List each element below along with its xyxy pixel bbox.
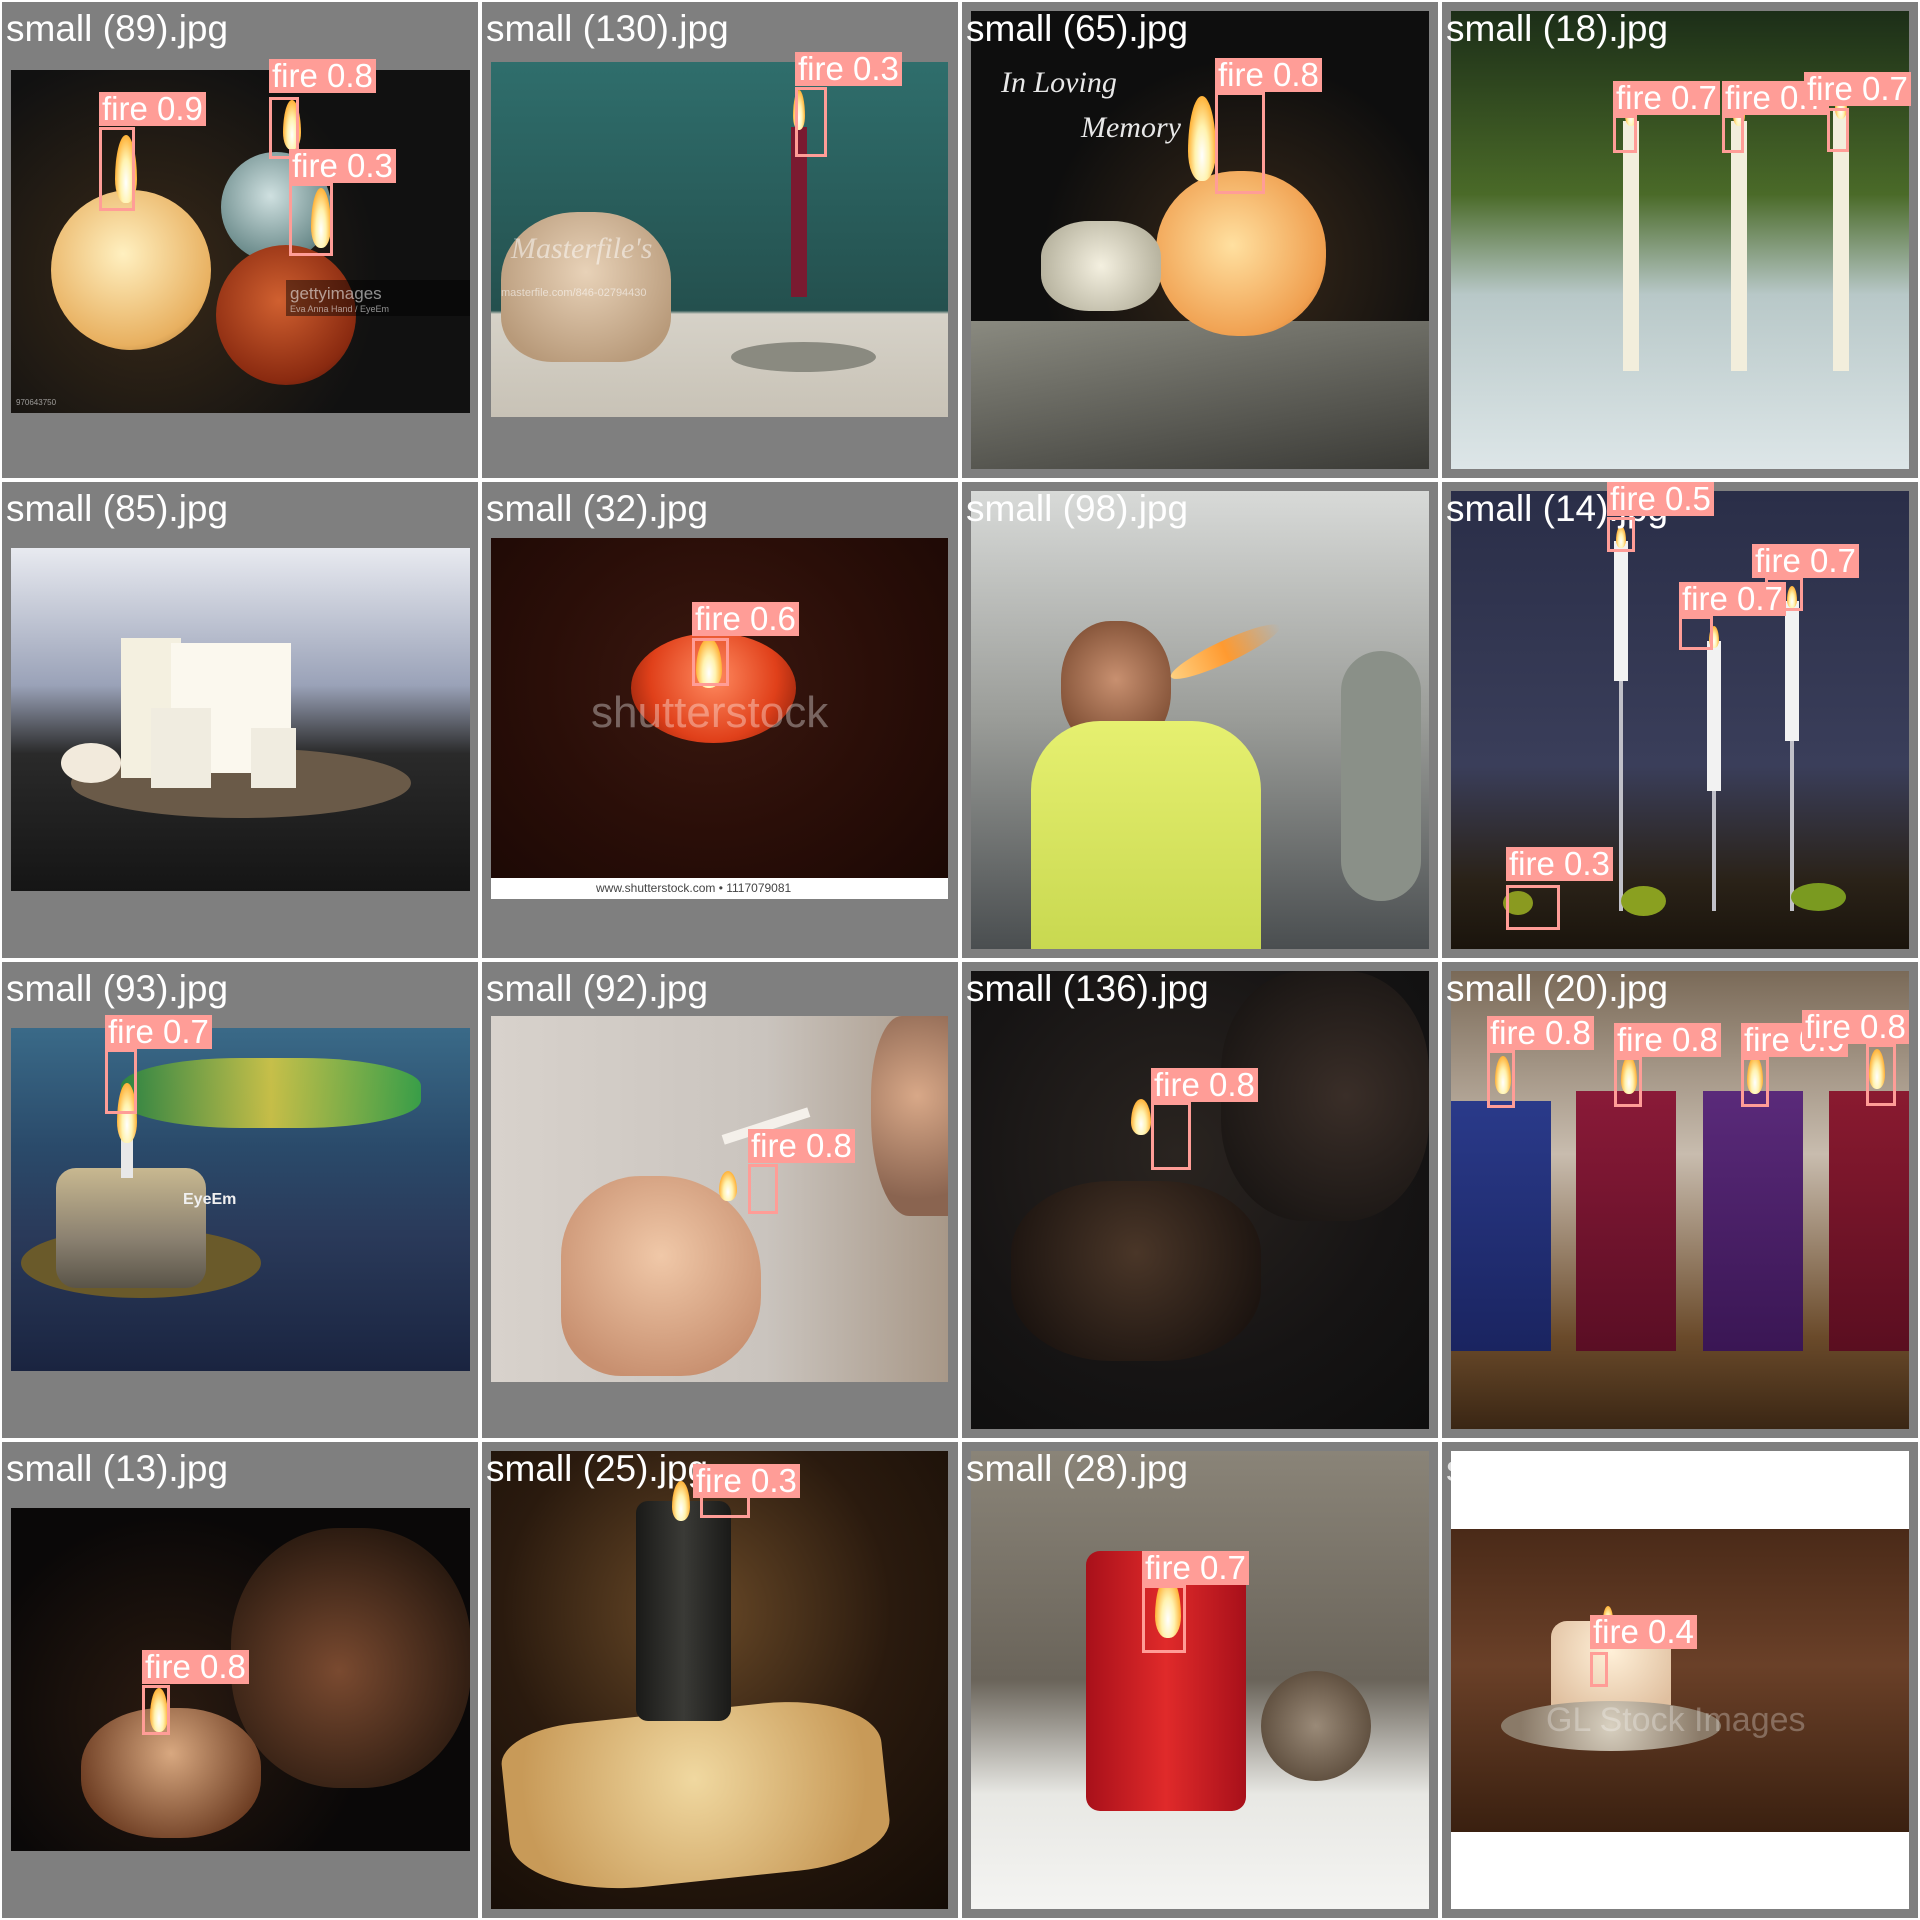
detection-box — [1722, 115, 1744, 153]
image-filename: small (136).jpg — [966, 968, 1209, 1009]
image-filename: small (130).jpg — [486, 8, 729, 49]
result-photo: EyeEm — [11, 1028, 470, 1371]
result-tile: small (25).jpg fire 0.3 — [482, 1442, 958, 1918]
result-photo: Masterfile's masterfile.com/846-02794430 — [491, 62, 948, 417]
detection-box — [105, 1049, 137, 1114]
result-photo — [971, 1451, 1429, 1909]
detection-box — [1151, 1102, 1191, 1170]
result-photo — [491, 1451, 948, 1909]
detection-box — [1827, 108, 1849, 152]
result-photo: GL Stock Images — [1451, 1451, 1909, 1909]
detection-label: fire 0.8 — [1151, 1068, 1258, 1102]
detection-label: fire 0.7 — [1804, 72, 1911, 106]
image-filename: small (18).jpg — [1446, 8, 1669, 49]
detection-box — [99, 127, 135, 211]
detection-box — [289, 183, 333, 256]
result-tile: small (13).jpg fire 0.8 — [2, 1442, 478, 1918]
result-tile: shutterstock www.shutterstock.com • 1117… — [482, 482, 958, 958]
result-tile: small (14).jpg fire 0.5 fire 0.7 fire 0.… — [1442, 482, 1918, 958]
image-filename: small (32).jpg — [486, 488, 709, 529]
watermark-text: Eva Anna Hand / EyeEm — [290, 304, 390, 314]
detection-label: fire 0.7 — [1752, 544, 1859, 578]
result-tile: small (92).jpg fire 0.8 — [482, 962, 958, 1438]
watermark-text: shutterstock — [591, 688, 829, 737]
detection-box — [1487, 1050, 1515, 1108]
detection-label: fire 0.5 — [1607, 482, 1714, 516]
detection-label: fire 0.8 — [1487, 1016, 1594, 1050]
result-tile: Masterfile's masterfile.com/846-02794430… — [482, 2, 958, 478]
image-filename: small (65).jpg — [966, 8, 1189, 49]
watermark-text: masterfile.com/846-02794430 — [501, 287, 647, 299]
result-photo — [971, 491, 1429, 949]
image-filename: small (20).jpg — [1446, 968, 1669, 1009]
detection-label: fire 0.3 — [693, 1464, 800, 1498]
detection-box — [692, 638, 729, 686]
detection-box — [1142, 1585, 1186, 1653]
detection-label: fire 0.7 — [1142, 1551, 1249, 1585]
result-tile: small (18).jpg fire 0.7 fire 0.7 fire 0.… — [1442, 2, 1918, 478]
detection-label: fire 0.8 — [142, 1650, 249, 1684]
detection-label: fire 0.6 — [692, 602, 799, 636]
detection-label: fire 0.8 — [1215, 58, 1322, 92]
watermark-text: www.shutterstock.com • 1117079081 — [596, 881, 792, 895]
watermark-text: In Loving — [1001, 66, 1117, 99]
detection-label: fire 0.8 — [1802, 1010, 1909, 1044]
detection-label: fire 0.7 — [105, 1015, 212, 1049]
detection-label: fire 0.4 — [1590, 1615, 1697, 1649]
image-filename: small (13).jpg — [6, 1448, 229, 1489]
result-tile: small (20).jpg fire 0.8 fire 0.8 fire 0.… — [1442, 962, 1918, 1438]
result-photo — [491, 1016, 948, 1382]
detection-box — [1607, 517, 1635, 552]
image-filename: small (98).jpg — [966, 488, 1189, 529]
detection-box — [1590, 1652, 1608, 1687]
detection-results-grid: gettyimages Eva Anna Hand / EyeEm 970643… — [0, 0, 1920, 1920]
detection-box — [1866, 1044, 1896, 1106]
detection-label: fire 0.3 — [1506, 847, 1613, 881]
result-photo — [971, 971, 1429, 1429]
detection-label: fire 0.8 — [269, 59, 376, 93]
result-tile: GL Stock Images small (129).jpg fire 0.4 — [1442, 1442, 1918, 1918]
result-photo — [11, 548, 470, 891]
detection-box — [1614, 1057, 1642, 1107]
result-tile: small (28).jpg fire 0.7 — [962, 1442, 1438, 1918]
result-tile: small (136).jpg fire 0.8 — [962, 962, 1438, 1438]
watermark-text: Masterfile's — [511, 232, 653, 265]
detection-box — [1506, 885, 1560, 930]
result-tile: EyeEm small (93).jpg fire 0.7 — [2, 962, 478, 1438]
detection-box — [1741, 1057, 1769, 1107]
detection-label: fire 0.9 — [99, 92, 206, 126]
result-photo: In Loving Memory — [971, 11, 1429, 469]
watermark-text: EyeEm — [183, 1191, 237, 1208]
detection-box — [1215, 92, 1265, 194]
image-filename: small (93).jpg — [6, 968, 229, 1009]
detection-label: fire 0.8 — [1614, 1023, 1721, 1057]
result-photo: shutterstock www.shutterstock.com • 1117… — [491, 538, 948, 899]
watermark-text: GL Stock Images — [1546, 1701, 1806, 1739]
detection-label: fire 0.3 — [289, 149, 396, 183]
image-filename: small (92).jpg — [486, 968, 709, 1009]
watermark-text: 970643750 — [16, 398, 57, 407]
detection-label: fire 0.8 — [748, 1129, 855, 1163]
result-tile: In Loving Memory small (65).jpg fire 0.8 — [962, 2, 1438, 478]
detection-box — [142, 1685, 170, 1735]
watermark-text: Memory — [1081, 111, 1181, 144]
detection-box — [1679, 616, 1713, 650]
detection-box — [1613, 115, 1637, 153]
detection-box — [795, 87, 827, 157]
detection-label: fire 0.3 — [795, 52, 902, 86]
detection-label: fire 0.7 — [1613, 81, 1720, 115]
image-filename: small (28).jpg — [966, 1448, 1189, 1489]
result-tile: gettyimages Eva Anna Hand / EyeEm 970643… — [2, 2, 478, 478]
watermark-text: gettyimages — [290, 284, 382, 303]
detection-box — [748, 1164, 778, 1214]
image-filename: small (25).jpg — [486, 1448, 709, 1489]
image-filename: small (89).jpg — [6, 8, 229, 49]
image-filename: small (85).jpg — [6, 488, 229, 529]
result-tile: small (85).jpg — [2, 482, 478, 958]
image-filename: small (129).jpg — [1446, 1448, 1689, 1489]
detection-label: fire 0.7 — [1679, 582, 1786, 616]
result-photo: gettyimages Eva Anna Hand / EyeEm 970643… — [11, 70, 470, 413]
result-tile: small (98).jpg — [962, 482, 1438, 958]
